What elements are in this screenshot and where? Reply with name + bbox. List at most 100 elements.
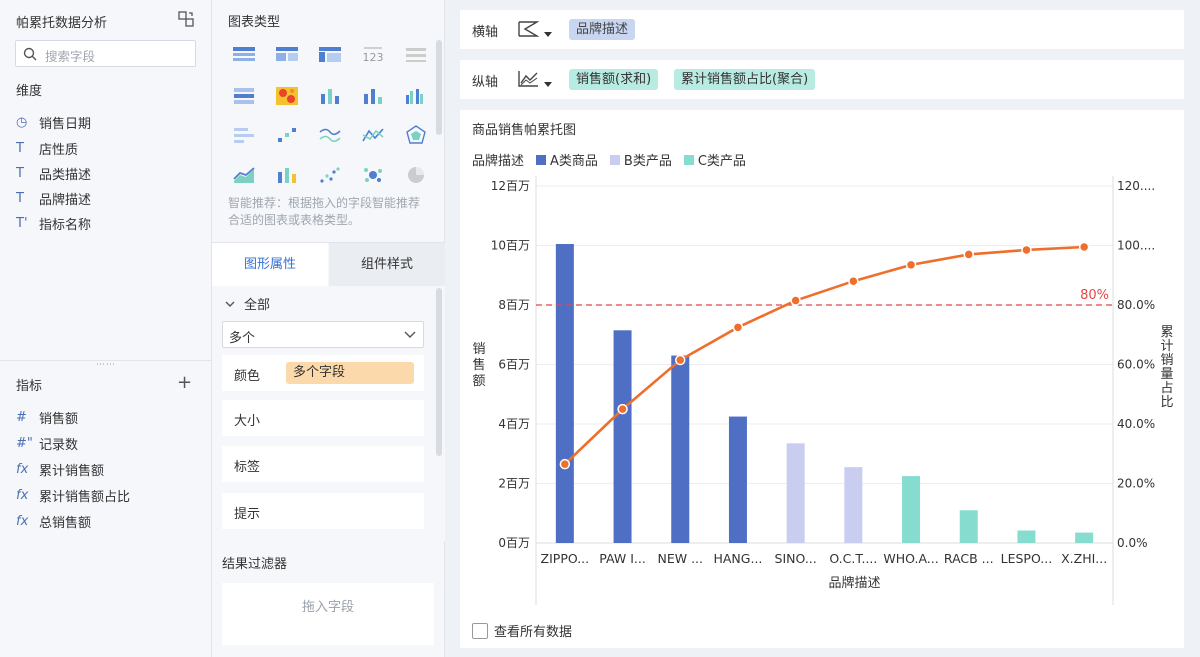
dimension-section-label: 维度 (16, 84, 43, 99)
y2-tick-label: 60.0% (1117, 358, 1155, 372)
area-chart-icon[interactable] (229, 162, 259, 188)
x-axis-dropdown-caret[interactable] (544, 32, 552, 37)
dimension-field-metric-name[interactable]: T' 指标名称 (16, 213, 91, 233)
chart-type-scrollbar[interactable] (436, 40, 442, 135)
y-axis-type-icon[interactable] (517, 70, 539, 88)
x-axis-type-icon[interactable] (517, 20, 539, 38)
legend-swatch (683, 154, 694, 165)
metric-field-cumulative-sales[interactable]: fx 累计销售额 (16, 459, 104, 479)
color-field-chip[interactable]: 多个字段 (286, 362, 414, 384)
show-all-data-toggle[interactable]: 查看所有数据 (472, 621, 572, 640)
text-icon: T (16, 140, 24, 156)
add-metric-icon[interactable]: + (177, 372, 192, 393)
x-tick-label: X.ZHI... (1061, 551, 1107, 566)
size-property-row[interactable]: 大小 (222, 400, 424, 436)
grouped-bar-icon[interactable] (401, 83, 431, 109)
dataset-title: 帕累托数据分析 (16, 16, 108, 31)
legend-item-a[interactable]: A类商品 (536, 150, 598, 169)
bubble-chart-icon[interactable] (358, 162, 388, 188)
dimension-field-store-type[interactable]: T 店性质 (16, 138, 78, 158)
y-axis-title-char: 销 (472, 342, 485, 357)
y-tick-label: 2百万 (498, 477, 530, 491)
all-series-toggle[interactable]: 全部 (224, 294, 270, 313)
filter-drop-zone[interactable]: 拖入字段 (222, 583, 434, 645)
dimension-field-brand[interactable]: T 品牌描述 (16, 188, 91, 208)
pie-chart-icon[interactable] (401, 162, 431, 188)
label-property-row[interactable]: 标签 (222, 446, 424, 482)
detail-table-icon[interactable] (401, 42, 431, 68)
heatmap-icon[interactable] (272, 83, 302, 109)
x-axis-label: 横轴 (472, 25, 499, 40)
line-point (559, 458, 571, 470)
combo-bar-icon[interactable] (272, 162, 302, 188)
bar (786, 443, 805, 543)
metric-field-cumulative-ratio[interactable]: fx 累计销售额占比 (16, 485, 130, 505)
y2-axis-title-char: 比 (1160, 395, 1173, 410)
chevron-down-icon (404, 331, 416, 338)
metric-field-record-count[interactable]: #" 记录数 (16, 433, 78, 453)
legend-item-b[interactable]: B类产品 (609, 150, 672, 169)
y2-axis-title-char: 计 (1160, 339, 1173, 354)
formula-icon: fx (16, 487, 29, 503)
tab-component-style[interactable]: 组件样式 (329, 243, 445, 287)
graphic-properties-area: 全部 多个 颜色 多个字段 大小 标签 提示 (212, 286, 445, 541)
radar-chart-icon[interactable] (401, 122, 431, 148)
y-axis-dropdown-caret[interactable] (544, 82, 552, 87)
hash-derived-icon: #" (16, 435, 33, 451)
bar (902, 476, 921, 543)
dimension-field-sale-date[interactable]: ◷ 销售日期 (16, 112, 91, 132)
dimension-field-category[interactable]: T 品类描述 (16, 163, 91, 183)
y-axis-field-chip-sales[interactable]: 销售额(求和) (569, 69, 659, 90)
group-table-icon[interactable] (272, 42, 302, 68)
y2-axis-title-char: 占 (1160, 381, 1173, 396)
x-tick-label: NEW ... (657, 551, 703, 566)
y2-tick-label: 120.... (1117, 179, 1155, 193)
y-tick-label: 4百万 (498, 417, 530, 431)
show-all-checkbox[interactable] (472, 622, 488, 639)
stacked-bar-icon[interactable] (315, 83, 345, 109)
polyline-chart-icon[interactable] (358, 122, 388, 148)
x-tick-label: PAW I... (599, 551, 646, 566)
line-point (790, 295, 801, 306)
line-point (905, 259, 917, 271)
panel-resize-handle[interactable]: ⋯⋯ (0, 360, 212, 370)
line-chart-icon[interactable] (315, 122, 345, 148)
bar-chart-icon[interactable] (358, 83, 388, 109)
horizontal-bar-icon[interactable] (229, 122, 259, 148)
filter-list-icon[interactable] (229, 83, 259, 109)
properties-scrollbar[interactable] (436, 288, 442, 456)
chart-type-title: 图表类型 (228, 15, 281, 30)
metric-field-total-sales[interactable]: fx 总销售额 (16, 511, 91, 531)
metric-field-sales[interactable]: # 销售额 (16, 407, 78, 427)
color-property-row[interactable]: 颜色 多个字段 (222, 355, 424, 391)
y-axis-field-chip-ratio[interactable]: 累计销售额占比(聚合) (674, 69, 816, 90)
table-chart-icon[interactable] (229, 42, 259, 68)
legend-title: 品牌描述 (472, 154, 525, 169)
x-axis-field-chip[interactable]: 品牌描述 (569, 19, 636, 40)
x-tick-label: LESPO... (1001, 551, 1053, 566)
tab-graphic-properties[interactable]: 图形属性 (212, 243, 328, 287)
kpi-number-icon[interactable]: 123 (358, 42, 388, 68)
hash-icon: # (16, 409, 27, 425)
x-tick-label: HANG... (713, 551, 762, 566)
line-point (617, 403, 628, 415)
y-tick-label: 6百万 (498, 358, 530, 372)
tooltip-property-row[interactable]: 提示 (222, 493, 424, 529)
cross-table-icon[interactable] (315, 42, 345, 68)
text-derived-icon: T' (16, 215, 28, 231)
line-point (675, 354, 686, 366)
scatter-chart-icon[interactable] (315, 162, 345, 188)
x-tick-label: ZIPPO... (541, 551, 590, 566)
field-search-input[interactable]: 搜索字段 (15, 40, 196, 67)
line-point (848, 275, 859, 287)
bar (1017, 530, 1036, 543)
bar (555, 244, 574, 543)
y2-axis-title-char: 量 (1160, 367, 1173, 382)
series-select-dropdown[interactable]: 多个 (222, 321, 424, 348)
chart-card: 商品销售帕累托图 品牌描述 A类商品 B类产品 C类产品 0百万 0.0% 2百万 2… (460, 110, 1184, 648)
switch-dataset-icon[interactable] (178, 11, 194, 27)
y2-tick-label: 20.0% (1117, 477, 1155, 491)
scatter-step-icon[interactable] (272, 122, 302, 148)
config-panel: 图表类型 123 智能推荐：根据拖入的字段智能推荐合适的图表或表格类型。 图形属… (212, 0, 445, 657)
legend-item-c[interactable]: C类产品 (683, 150, 746, 169)
